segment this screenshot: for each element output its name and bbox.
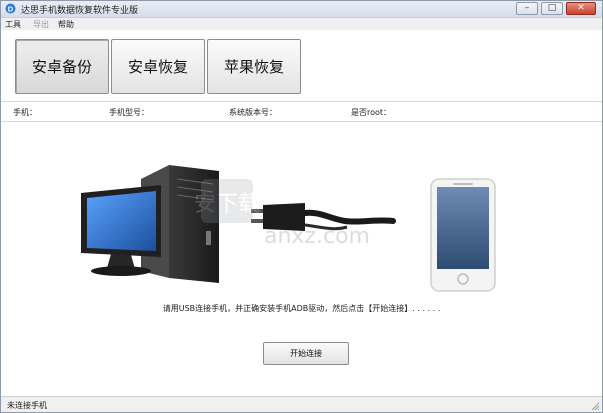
- menu-help[interactable]: 帮助: [58, 19, 74, 30]
- maximize-button[interactable]: □: [541, 2, 563, 15]
- phone-model-label: 手机型号：: [109, 108, 149, 117]
- app-window: D 达思手机数据恢复软件专业版 – □ ✕ 工具 导出 帮助 安卓备份 安卓恢复…: [0, 0, 603, 413]
- minimize-button[interactable]: –: [516, 2, 538, 15]
- svg-text:D: D: [8, 4, 14, 13]
- title-bar[interactable]: D 达思手机数据恢复软件专业版 – □ ✕: [1, 1, 602, 18]
- window-controls: – □ ✕: [513, 2, 596, 16]
- device-info-row: 手机： 手机型号： 系统版本号： 是否root：: [1, 101, 602, 121]
- android-backup-button[interactable]: 安卓备份: [15, 39, 109, 94]
- app-logo-icon: D: [5, 3, 16, 14]
- start-connect-button[interactable]: 开始连接: [263, 342, 349, 365]
- window-title: 达思手机数据恢复软件专业版: [21, 6, 139, 16]
- resize-grip-icon[interactable]: [590, 401, 600, 411]
- connection-illustration: 安下载 anxz.com: [81, 165, 496, 292]
- close-button[interactable]: ✕: [566, 2, 596, 15]
- connect-instruction: 请用USB连接手机，并正确安装手机ADB驱动，然后点击【开始连接】. . . .…: [162, 304, 441, 313]
- watermark-url: anxz.com: [264, 224, 370, 249]
- watermark-logo: 安下载: [194, 192, 260, 217]
- android-restore-button[interactable]: 安卓恢复: [111, 39, 205, 94]
- desktop-computer-icon: [81, 165, 219, 283]
- menu-bar: 工具 导出 帮助: [1, 18, 602, 30]
- smartphone-icon: [430, 178, 496, 292]
- os-version-label: 系统版本号：: [229, 108, 277, 117]
- status-bar: 未连接手机: [1, 396, 602, 412]
- apple-restore-button[interactable]: 苹果恢复: [207, 39, 301, 94]
- root-status-label: 是否root：: [351, 108, 392, 117]
- menu-export[interactable]: 导出: [33, 19, 49, 30]
- menu-tools[interactable]: 工具: [5, 19, 21, 30]
- phone-label: 手机：: [13, 108, 37, 117]
- connection-status: 未连接手机: [7, 401, 47, 410]
